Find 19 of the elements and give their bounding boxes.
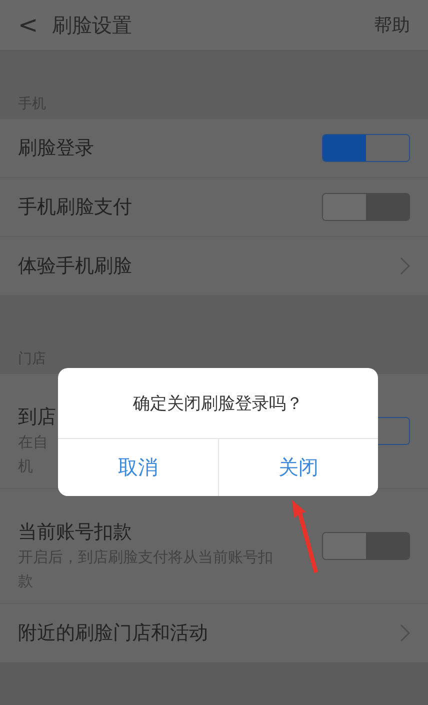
help-link[interactable]: 帮助: [374, 13, 410, 37]
back-button[interactable]: <: [18, 11, 48, 39]
row-title: 手机刷脸支付: [18, 195, 132, 220]
toggle-switch[interactable]: [322, 134, 410, 162]
toggle-switch[interactable]: [322, 532, 410, 560]
row-title: 当前账号扣款: [18, 520, 133, 545]
settings-row[interactable]: 体验手机刷脸: [0, 237, 428, 296]
chevron-icon: [400, 624, 410, 642]
chevron-icon: [400, 257, 410, 275]
row-title: 附近的刷脸门店和活动: [18, 621, 208, 646]
toggle-switch[interactable]: [322, 193, 410, 221]
row-title: 刷脸登录: [18, 136, 94, 161]
row-title: 体验手机刷脸: [18, 254, 132, 279]
page-title: 刷脸设置: [52, 12, 133, 38]
settings-row[interactable]: 附近的刷脸门店和活动: [0, 604, 428, 663]
settings-row[interactable]: 刷脸登录: [0, 119, 428, 178]
row-title: 到店: [18, 405, 56, 430]
settings-row[interactable]: 手机刷脸支付: [0, 178, 428, 237]
close-button[interactable]: 关闭: [218, 439, 378, 496]
